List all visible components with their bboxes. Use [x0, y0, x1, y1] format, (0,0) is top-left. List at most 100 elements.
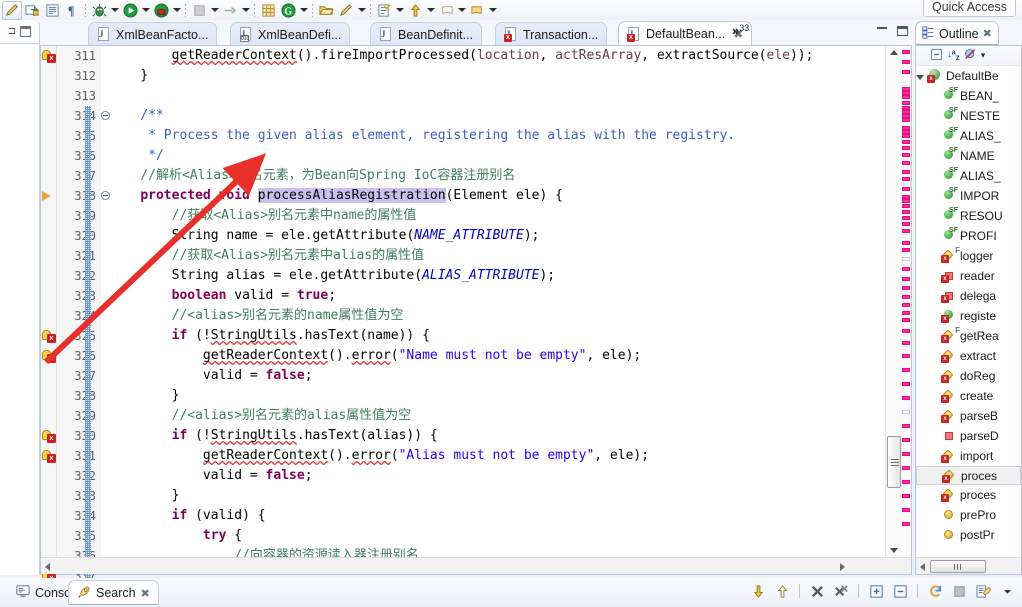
annotation-ruler-row[interactable]: [41, 466, 56, 486]
annotation-ruler-row[interactable]: [41, 106, 56, 126]
close-icon[interactable]: ✖: [983, 27, 992, 40]
overview-marker[interactable]: [902, 452, 910, 456]
annotation-ruler-row[interactable]: [41, 506, 56, 526]
scroll-left-icon[interactable]: [45, 563, 50, 571]
code-editor[interactable]: xxxxxx 311 312 313 314315316317318319320321…: [40, 45, 912, 607]
search-pen-icon[interactable]: [336, 1, 356, 20]
show-next-match-icon[interactable]: [749, 582, 767, 600]
editor-tab-overflow-chevron[interactable]: » 33: [732, 23, 749, 45]
scroll-right-icon[interactable]: [840, 563, 845, 571]
overview-marker[interactable]: [902, 257, 910, 261]
outline-item[interactable]: x delega: [916, 286, 1021, 306]
warning-error-marker-icon[interactable]: x: [42, 49, 56, 63]
overview-marker[interactable]: [902, 118, 910, 122]
terminate-icon[interactable]: [189, 1, 209, 20]
annotation-ruler-row[interactable]: [41, 146, 56, 166]
overview-marker[interactable]: [902, 134, 910, 138]
annotation-ruler-row[interactable]: x: [41, 346, 56, 366]
overview-marker[interactable]: [902, 229, 910, 233]
outline-item[interactable]: SF IMPOR: [916, 186, 1021, 206]
overview-marker[interactable]: [902, 295, 910, 299]
overview-marker[interactable]: [902, 241, 910, 245]
outline-item[interactable]: x parseB: [916, 406, 1021, 426]
scroll-up-icon[interactable]: [890, 50, 898, 55]
run-current-search-icon[interactable]: [926, 582, 944, 600]
outline-scroll-left-icon[interactable]: [920, 563, 925, 571]
edit-pencil-icon[interactable]: [2, 0, 22, 20]
annotation-ruler-row[interactable]: x: [41, 46, 56, 66]
overview-marker[interactable]: [902, 480, 910, 484]
hide-static-icon[interactable]: ▾: [981, 50, 986, 61]
annotation-ruler-row[interactable]: [41, 266, 56, 286]
outline-item[interactable]: SF PROFI: [916, 226, 1021, 246]
coverage-icon[interactable]: [151, 1, 171, 20]
warning-error-marker-icon[interactable]: x: [42, 449, 56, 463]
overview-marker[interactable]: [902, 60, 910, 64]
search-history-icon[interactable]: [974, 582, 992, 600]
overview-marker[interactable]: [902, 50, 910, 54]
skip-breakpoints-icon[interactable]: [220, 1, 240, 20]
annotation-ruler-row[interactable]: [41, 526, 56, 546]
annotation-ruler[interactable]: xxxxxx: [41, 46, 57, 583]
overview-marker[interactable]: [902, 354, 910, 358]
overview-marker[interactable]: [902, 267, 910, 271]
outline-item[interactable]: SF NAME: [916, 146, 1021, 166]
warning-error-marker-icon[interactable]: x: [42, 429, 56, 443]
code-line[interactable]: }: [109, 486, 885, 506]
new-java-package-icon[interactable]: [258, 1, 278, 20]
warning-error-marker-icon[interactable]: x: [42, 349, 56, 363]
annotation-ruler-row[interactable]: x: [41, 326, 56, 346]
annotation-ruler-row[interactable]: [41, 406, 56, 426]
code-text[interactable]: getReaderContext().fireImportProcessed(l…: [109, 46, 885, 557]
sort-alphabetically-icon[interactable]: ↓ᵃz: [947, 49, 960, 62]
outline-item[interactable]: SF ALIAS_: [916, 166, 1021, 186]
annotation-ruler-row[interactable]: x: [41, 426, 56, 446]
close-icon[interactable]: ✖: [141, 587, 150, 600]
code-line[interactable]: String alias = ele.getAttribute(ALIAS_AT…: [109, 266, 885, 286]
overview-marker[interactable]: [902, 210, 910, 214]
editor-tab-transaction[interactable]: Jx Transaction...: [495, 22, 608, 46]
overview-marker[interactable]: [902, 508, 910, 512]
back-dropdown-icon[interactable]: [456, 1, 467, 20]
prev-annotation-dropdown-icon[interactable]: [425, 1, 436, 20]
annotation-icon[interactable]: [374, 1, 394, 20]
forward-icon[interactable]: [467, 1, 487, 20]
editor-tab-beandefinit[interactable]: J BeanDefinit...: [370, 22, 483, 46]
code-line[interactable]: //<alias>别名元素的name属性值为空: [109, 306, 885, 326]
overview-marker[interactable]: [902, 101, 910, 105]
external-tools-icon[interactable]: [22, 1, 42, 20]
overview-marker[interactable]: [902, 161, 910, 165]
outline-item[interactable]: x import: [916, 446, 1021, 466]
code-line[interactable]: /**: [109, 106, 885, 126]
code-line[interactable]: if (!StringUtils.hasText(name)) {: [109, 326, 885, 346]
annotation-ruler-row[interactable]: [41, 86, 56, 106]
code-line[interactable]: */: [109, 146, 885, 166]
hide-fields-icon[interactable]: [964, 48, 977, 64]
outline-horizontal-scrollbar[interactable]: [916, 557, 1021, 574]
outline-item[interactable]: SF NESTE: [916, 106, 1021, 126]
overview-marker[interactable]: [902, 522, 910, 526]
code-line[interactable]: }: [109, 66, 885, 86]
editor-horizontal-scrollbar[interactable]: [41, 557, 911, 574]
overview-marker[interactable]: [902, 382, 910, 386]
editor-tab-xmlbeanfacto[interactable]: J XmlBeanFacto...: [88, 22, 218, 46]
annotation-dropdown-icon[interactable]: [394, 1, 405, 20]
pilcrow-icon[interactable]: ¶: [62, 1, 82, 20]
git-icon[interactable]: G: [278, 1, 298, 20]
outline-item[interactable]: x doReg: [916, 366, 1021, 386]
code-line[interactable]: String name = ele.getAttribute(NAME_ATTR…: [109, 226, 885, 246]
code-line[interactable]: if (valid) {: [109, 506, 885, 526]
remove-selected-matches-icon[interactable]: [808, 582, 826, 600]
code-line[interactable]: //<alias>别名元素的alias属性值为空: [109, 406, 885, 426]
outline-item[interactable]: SF RESOU: [916, 206, 1021, 226]
vertical-scroll-thumb[interactable]: [887, 436, 901, 488]
outline-item[interactable]: x registe: [916, 306, 1021, 326]
bottom-tab-search[interactable]: Search ✖: [68, 580, 159, 605]
code-line[interactable]: getReaderContext().fireImportProcessed(l…: [109, 46, 885, 66]
outline-tab[interactable]: Outline ✖: [915, 21, 999, 45]
restore-view-icon[interactable]: ⊐: [8, 26, 16, 37]
code-line[interactable]: //解析<Alias>别名元素，为Bean向Spring IoC容器注册别名: [109, 166, 885, 186]
annotation-ruler-row[interactable]: [41, 366, 56, 386]
annotation-ruler-row[interactable]: [41, 186, 56, 206]
annotation-ruler-row[interactable]: [41, 386, 56, 406]
